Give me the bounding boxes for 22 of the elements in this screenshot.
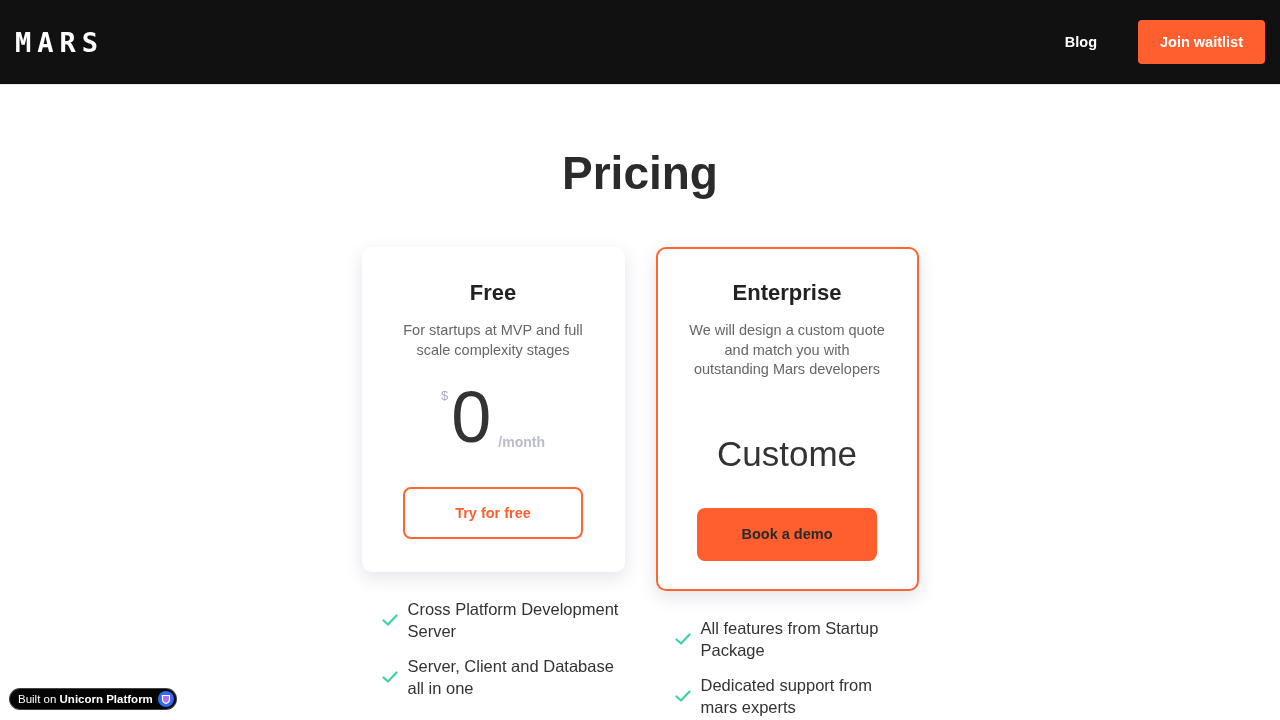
feature-text: Cross Platform Development Server — [407, 599, 620, 642]
plan-name: Enterprise — [731, 279, 843, 307]
built-on-badge[interactable]: Built on Unicorn Platform — [10, 689, 176, 709]
plan-name: Free — [468, 279, 518, 307]
feature-text: Dedicated support from mars experts — [700, 674, 873, 718]
nav-link[interactable]: Blog — [1064, 34, 1097, 50]
plan-button[interactable]: Book a demo — [697, 507, 877, 561]
check-icon — [381, 614, 398, 626]
check-icon — [674, 689, 691, 702]
logo[interactable]: MARS — [15, 28, 105, 56]
plan-description: For startups at MVP and full scale complexity stages — [402, 321, 584, 360]
page-title: Pricing — [562, 146, 718, 201]
shield-icon — [157, 691, 174, 707]
currency-symbol: $ — [441, 388, 449, 404]
price-label: Custome — [715, 432, 859, 475]
feature-text: Server, Client and Database all in one — [407, 656, 615, 699]
plan-description: We will design a custom quote and match you with outstanding Mars developers — [688, 321, 886, 379]
check-icon — [381, 671, 398, 683]
check-icon — [674, 632, 691, 645]
feature-text: All features from Startup Package — [700, 617, 880, 661]
price-period: /month — [498, 434, 545, 450]
price-amount: 0 — [451, 382, 492, 452]
